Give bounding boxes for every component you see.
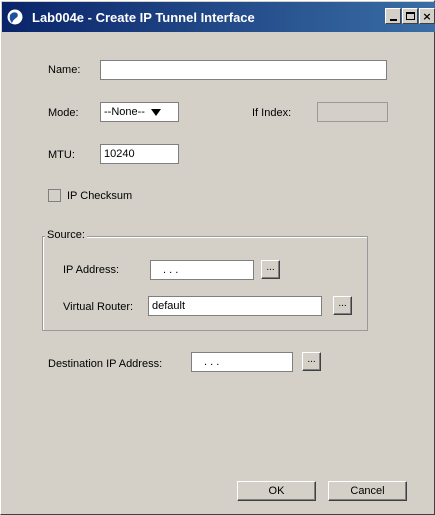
source-ip-label: IP Address: [63, 264, 120, 276]
mode-select[interactable]: --None-- [100, 102, 179, 122]
window-controls: × [385, 8, 435, 24]
virtual-router-label: Virtual Router: [63, 301, 134, 313]
maximize-button[interactable] [402, 8, 418, 24]
destination-ip-browse-button[interactable]: ... [302, 352, 321, 371]
window-title: Lab004e - Create IP Tunnel Interface [32, 9, 255, 25]
close-icon: × [422, 9, 432, 23]
minimize-icon [389, 18, 397, 21]
mtu-label: MTU: [48, 149, 75, 161]
source-ip-browse-button[interactable]: ... [261, 260, 280, 279]
destination-ip-input[interactable]: . . . [191, 352, 293, 372]
destination-ip-label: Destination IP Address: [48, 358, 163, 370]
if-index-input [317, 102, 388, 122]
title-bar[interactable]: Lab004e - Create IP Tunnel Interface × [2, 2, 435, 32]
mode-selected-value: --None-- [104, 106, 145, 118]
name-input[interactable] [100, 60, 387, 80]
create-ip-tunnel-dialog: Lab004e - Create IP Tunnel Interface × N… [0, 0, 435, 515]
maximize-icon [405, 12, 415, 20]
virtual-router-input[interactable]: default [148, 296, 322, 316]
ok-button[interactable]: OK [237, 481, 316, 501]
chevron-down-icon [150, 108, 161, 116]
minimize-button[interactable] [385, 8, 401, 24]
source-ip-input[interactable]: . . . [150, 260, 254, 280]
cancel-button[interactable]: Cancel [328, 481, 407, 501]
globe-icon [4, 6, 26, 28]
close-button[interactable]: × [419, 8, 435, 24]
ip-checksum-checkbox[interactable] [48, 189, 61, 202]
source-legend: Source: [45, 229, 87, 241]
if-index-label: If Index: [252, 107, 292, 119]
mtu-input[interactable]: 10240 [100, 144, 179, 164]
source-group [42, 236, 368, 331]
mode-label: Mode: [48, 107, 79, 119]
virtual-router-browse-button[interactable]: ... [333, 296, 352, 315]
ip-checksum-label: IP Checksum [67, 190, 133, 202]
name-label: Name: [48, 64, 81, 76]
